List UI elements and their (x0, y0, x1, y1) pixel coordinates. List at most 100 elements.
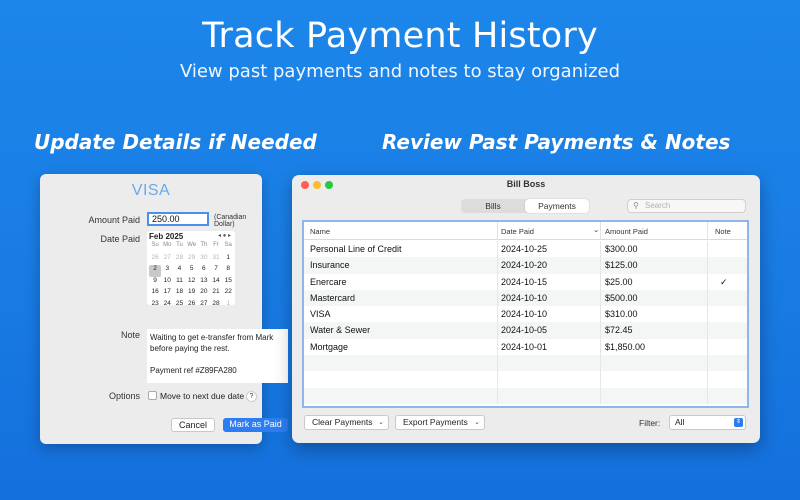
calendar-day[interactable]: 31 (210, 254, 222, 266)
empty-table-row (304, 355, 747, 372)
options-label: Options (108, 391, 140, 401)
calendar-weekday: Th (200, 242, 208, 248)
payment-name-cell: Enercare (310, 276, 347, 287)
note-line (150, 354, 285, 365)
filter-label: Filter: (639, 418, 661, 428)
calendar-day[interactable]: 27 (161, 254, 173, 266)
window-title: Bill Boss (506, 179, 546, 189)
right-section-title: Review Past Payments & Notes (382, 130, 731, 154)
calendar-day[interactable]: 15 (222, 277, 234, 289)
calendar-day[interactable]: 26 (149, 254, 161, 266)
calendar-day[interactable]: 7 (210, 265, 222, 277)
payment-name-cell: VISA (310, 309, 331, 320)
calendar-day[interactable]: 8 (222, 265, 234, 277)
empty-table-row (304, 387, 747, 404)
tab-payments[interactable]: Payments (525, 199, 589, 213)
payment-name-cell: Personal Line of Credit (310, 244, 402, 254)
view-segmented-control: Bills Payments (461, 199, 589, 213)
move-to-next-due-checkbox[interactable] (148, 391, 157, 400)
calendar-day[interactable]: 24 (161, 300, 173, 312)
calendar-day[interactable]: 9 (149, 277, 161, 289)
page-subtitle: View past payments and notes to stay org… (179, 61, 621, 82)
date-paid-cell: 2024-10-25 (501, 244, 548, 254)
calendar-day[interactable]: 13 (198, 277, 210, 289)
calendar-day[interactable]: 19 (186, 288, 198, 300)
note-line: Payment ref #Z89FA280 (150, 366, 237, 375)
calendar-day[interactable]: 25 (173, 300, 185, 312)
table-row[interactable]: Insurance 2024-10-20 $125.00 (304, 257, 747, 274)
calendar-day[interactable]: 26 (186, 300, 198, 312)
calendar-day[interactable]: 10 (161, 277, 173, 289)
empty-table-row (304, 371, 747, 388)
payment-details-panel: VISA Amount Paid 250.00 (Canadian Dollar… (40, 174, 288, 444)
amount-paid-cell: $500.00 (605, 292, 638, 303)
mark-as-paid-button[interactable]: Mark as Paid (223, 418, 288, 432)
column-header-note[interactable]: Note (715, 227, 731, 236)
amount-paid-cell: $25.00 (605, 276, 633, 287)
table-row[interactable]: Mortgage 2024-10-01 $1,850.00 (304, 338, 747, 356)
calendar-day[interactable]: 16 (149, 288, 161, 300)
calendar-day[interactable]: 12 (186, 277, 198, 289)
calendar-weekday: Mo (163, 242, 172, 248)
export-payments-button[interactable]: Export Payments ⌄ (395, 415, 485, 430)
table-row[interactable]: VISA 2024-10-10 $310.00 (304, 306, 747, 323)
search-input[interactable]: ⚲ Search (627, 199, 746, 213)
calendar-day[interactable]: 18 (173, 288, 185, 300)
clear-payments-button[interactable]: Clear Payments ⌄ (304, 415, 389, 430)
calendar-day[interactable]: 27 (198, 300, 210, 312)
note-textarea[interactable]: Waiting to get e-transfer from Mark befor… (147, 329, 288, 383)
calendar-day[interactable]: 22 (222, 288, 234, 300)
calendar-day[interactable]: 1 (222, 300, 234, 312)
calendar-day[interactable]: 28 (173, 254, 185, 266)
help-button[interactable]: ? (246, 391, 257, 402)
calendar-day[interactable]: 20 (198, 288, 210, 300)
date-picker-calendar[interactable]: Feb 2025 ◂ ● ▸ Su Mo Tu We Th Fr Sa 26 27 28 29 30 3… (147, 231, 235, 307)
clear-payments-label: Clear Payments (312, 417, 373, 427)
calendar-day[interactable]: 3 (161, 265, 173, 277)
calendar-nav-icon[interactable]: ◂ ● ▸ (218, 232, 231, 239)
table-row[interactable]: Water & Sewer 2024-10-05 $72.45 (304, 322, 747, 339)
bill-boss-window: Bill Boss Bills Payments ⚲ Search Name D… (292, 175, 760, 443)
calendar-weekday: Sa (224, 242, 232, 248)
cancel-button[interactable]: Cancel (171, 418, 215, 432)
note-indicator-cell: ✓ (720, 276, 728, 287)
amount-paid-cell: $1,850.00 (605, 341, 646, 352)
date-paid-cell: 2024-10-20 (501, 260, 548, 271)
date-paid-cell: 2024-10-10 (501, 309, 548, 320)
calendar-day[interactable]: 28 (210, 300, 222, 312)
calendar-day[interactable]: 23 (149, 300, 161, 312)
calendar-day[interactable]: 11 (173, 277, 185, 289)
table-header: Name Date Paid ⌄ Amount Paid Note (304, 222, 747, 240)
amount-paid-label: Amount Paid (88, 215, 140, 225)
column-header-amount-paid[interactable]: Amount Paid (605, 227, 648, 236)
chevron-down-icon: ⌄ (474, 419, 480, 426)
calendar-day[interactable]: 17 (161, 288, 173, 300)
note-line: Waiting to get e-transfer from Mark (150, 333, 274, 342)
calendar-day[interactable]: 6 (198, 265, 210, 277)
table-row[interactable]: Personal Line of Credit 2024-10-25 $300.00 (304, 241, 747, 258)
tab-bills[interactable]: Bills (461, 199, 525, 213)
calendar-weekday: We (187, 242, 197, 248)
calendar-day[interactable]: 5 (186, 265, 198, 277)
calendar-day[interactable]: 1 (222, 254, 234, 266)
table-row[interactable]: Enercare 2024-10-15 $25.00 ✓ (304, 273, 747, 290)
filter-select[interactable]: All ⇕ (669, 415, 746, 430)
calendar-day[interactable]: 29 (186, 254, 198, 266)
calendar-day[interactable]: 14 (210, 277, 222, 289)
column-header-date-paid[interactable]: Date Paid (501, 227, 534, 236)
up-down-chevron-icon: ⇕ (734, 418, 743, 427)
column-header-name[interactable]: Name (310, 227, 330, 236)
amount-paid-cell: $125.00 (605, 260, 638, 271)
calendar-day[interactable]: 30 (198, 254, 210, 266)
date-paid-cell: 2024-10-15 (501, 276, 548, 287)
calendar-day[interactable]: 21 (210, 288, 222, 300)
left-section-title: Update Details if Needed (34, 130, 317, 154)
calendar-weekday: Tu (176, 242, 183, 248)
currency-label: (Canadian Dollar) (214, 214, 247, 228)
calendar-day[interactable]: 4 (173, 265, 185, 277)
card-brand-label: VISA (131, 182, 171, 199)
amount-paid-input[interactable]: 250.00 (147, 212, 209, 226)
calendar-day[interactable]: 2 (149, 265, 162, 277)
table-row[interactable]: Mastercard 2024-10-10 $500.00 (304, 289, 747, 307)
export-payments-label: Export Payments (403, 417, 468, 427)
